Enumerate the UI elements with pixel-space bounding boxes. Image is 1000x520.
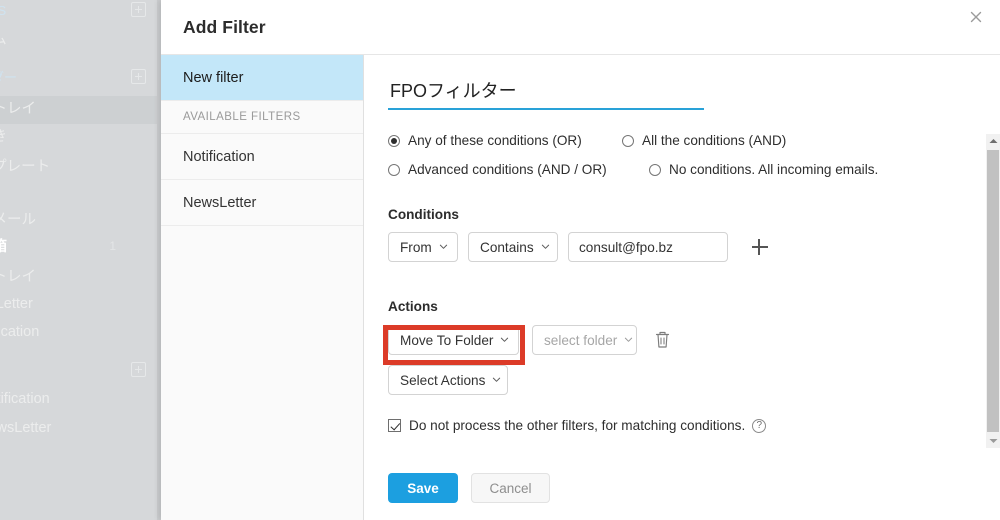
chevron-down-icon <box>439 242 448 251</box>
condition-value-input[interactable] <box>568 232 728 262</box>
add-condition-icon[interactable] <box>751 238 769 256</box>
background-sidebar-item: 惑メール <box>0 213 138 228</box>
chevron-down-icon <box>541 242 550 251</box>
action-type-value: Move To Folder <box>400 332 494 348</box>
sidebar-item-label: New filter <box>183 70 244 86</box>
background-sidebar-label: ルダー <box>0 70 18 85</box>
stop-processing-checkbox[interactable] <box>388 419 401 432</box>
background-sidebar-label: み箱 <box>0 239 7 255</box>
stop-processing-label: Do not process the other filters, for ma… <box>409 418 746 433</box>
radio-indicator <box>388 134 400 147</box>
background-sidebar-label: AMS <box>0 3 7 18</box>
radio-all-conditions[interactable]: All the conditions (AND) <box>622 133 786 148</box>
background-sidebar-item: 書き <box>0 130 138 145</box>
radio-indicator <box>622 134 634 147</box>
cancel-button[interactable]: Cancel <box>471 473 550 503</box>
background-sidebar-item: AMS <box>0 4 138 17</box>
actions-heading: Actions <box>388 299 438 314</box>
sidebar-item-label: Notification <box>183 149 255 165</box>
background-sidebar-label: Notification <box>0 391 50 407</box>
background-sidebar-item: Notification <box>0 392 138 407</box>
background-sidebar-item: ルダー <box>0 71 138 84</box>
condition-operator-select[interactable]: Contains <box>468 232 558 262</box>
add-icon[interactable] <box>131 2 146 17</box>
close-icon[interactable] <box>962 3 990 31</box>
background-sidebar-item: 信トレイ <box>0 270 138 285</box>
sidebar-item-notification[interactable]: Notification <box>161 134 363 180</box>
background-sidebar-item: ーム <box>0 33 138 48</box>
condition-operator-value: Contains <box>480 239 534 255</box>
add-action-select[interactable]: Select Actions <box>388 365 508 395</box>
radio-no-conditions[interactable]: No conditions. All incoming emails. <box>649 162 878 177</box>
background-sidebar-label: 書き <box>0 129 7 145</box>
vertical-scrollbar[interactable] <box>986 134 1000 448</box>
folder-select[interactable]: select folder <box>532 325 637 355</box>
question-mark-icon[interactable]: ? <box>752 418 767 433</box>
background-sidebar-label: wsLetter <box>0 296 33 312</box>
background-sidebar-item: ンプレート <box>0 160 138 175</box>
add-icon[interactable] <box>131 362 146 377</box>
filter-form: Any of these conditions (OR) All the con… <box>364 55 1000 520</box>
chevron-down-icon <box>500 335 509 344</box>
background-sidebar-item: otification <box>0 325 138 340</box>
add-action-value: Select Actions <box>400 372 486 388</box>
chevron-down-icon <box>492 375 501 384</box>
background-sidebar-item: 信トレイ <box>0 96 161 124</box>
condition-mode-group: Any of these conditions (OR) All the con… <box>388 133 900 191</box>
available-filters-heading: AVAILABLE FILTERS <box>161 101 363 134</box>
dialog-header: Add Filter <box>161 0 1000 55</box>
radio-advanced-conditions[interactable]: Advanced conditions (AND / OR) <box>388 162 607 177</box>
background-sidebar-label: ーム <box>0 32 7 48</box>
background-sidebar-item: NewsLetter <box>0 421 138 436</box>
caret-up-icon[interactable] <box>986 134 1000 148</box>
background-sidebar-item: 読 <box>0 490 138 505</box>
radio-label: Advanced conditions (AND / OR) <box>408 162 607 177</box>
background-sidebar-label: 信トレイ <box>0 269 36 285</box>
conditions-heading: Conditions <box>388 207 459 222</box>
trash-icon[interactable] <box>654 330 671 349</box>
background-app-sidebar: AMSームルダー信トレイ書きンプレート信惑メールみ箱1信トレイwsLettero… <box>0 0 161 520</box>
background-sidebar-label: ンプレート <box>0 159 51 175</box>
stop-processing-row: Do not process the other filters, for ma… <box>388 418 767 433</box>
background-sidebar-item: 信 <box>0 190 138 205</box>
scrollbar-thumb[interactable] <box>987 150 999 432</box>
filter-list-panel: New filter AVAILABLE FILTERS Notificatio… <box>161 55 364 520</box>
sidebar-item-newsletter[interactable]: NewsLetter <box>161 180 363 226</box>
radio-label: Any of these conditions (OR) <box>408 133 582 148</box>
radio-indicator <box>388 163 400 176</box>
background-sidebar-label: otification <box>0 324 40 340</box>
background-sidebar-label: NewsLetter <box>0 420 52 436</box>
background-sidebar-label: 信トレイ <box>0 101 36 117</box>
background-sidebar-item: wsLetter <box>0 297 138 312</box>
radio-label: No conditions. All incoming emails. <box>669 162 879 177</box>
action-type-select[interactable]: Move To Folder <box>388 325 519 355</box>
condition-field-value: From <box>400 239 432 255</box>
background-sidebar-item: み箱 1 <box>0 240 138 255</box>
chevron-down-icon <box>624 335 633 344</box>
condition-field-select[interactable]: From <box>388 232 458 262</box>
save-button[interactable]: Save <box>388 473 458 503</box>
radio-label: All the conditions (AND) <box>642 133 787 148</box>
background-sidebar-label: 惑メール <box>0 212 36 228</box>
add-filter-dialog: Add Filter New filter AVAILABLE FILTERS … <box>161 0 1000 520</box>
page-title: Add Filter <box>183 17 266 37</box>
dialog-body: New filter AVAILABLE FILTERS Notificatio… <box>161 55 1000 520</box>
screen: AMSームルダー信トレイ書きンプレート信惑メールみ箱1信トレイwsLettero… <box>0 0 1000 520</box>
add-icon[interactable] <box>131 69 146 84</box>
radio-indicator <box>649 163 661 176</box>
sidebar-item-new-filter[interactable]: New filter <box>161 55 363 101</box>
sidebar-item-label: NewsLetter <box>183 195 257 211</box>
radio-any-conditions[interactable]: Any of these conditions (OR) <box>388 133 582 148</box>
filter-name-input[interactable] <box>388 79 704 110</box>
unread-count-badge: 1 <box>109 239 116 253</box>
folder-select-value: select folder <box>544 332 618 348</box>
caret-down-icon[interactable] <box>986 434 1000 448</box>
